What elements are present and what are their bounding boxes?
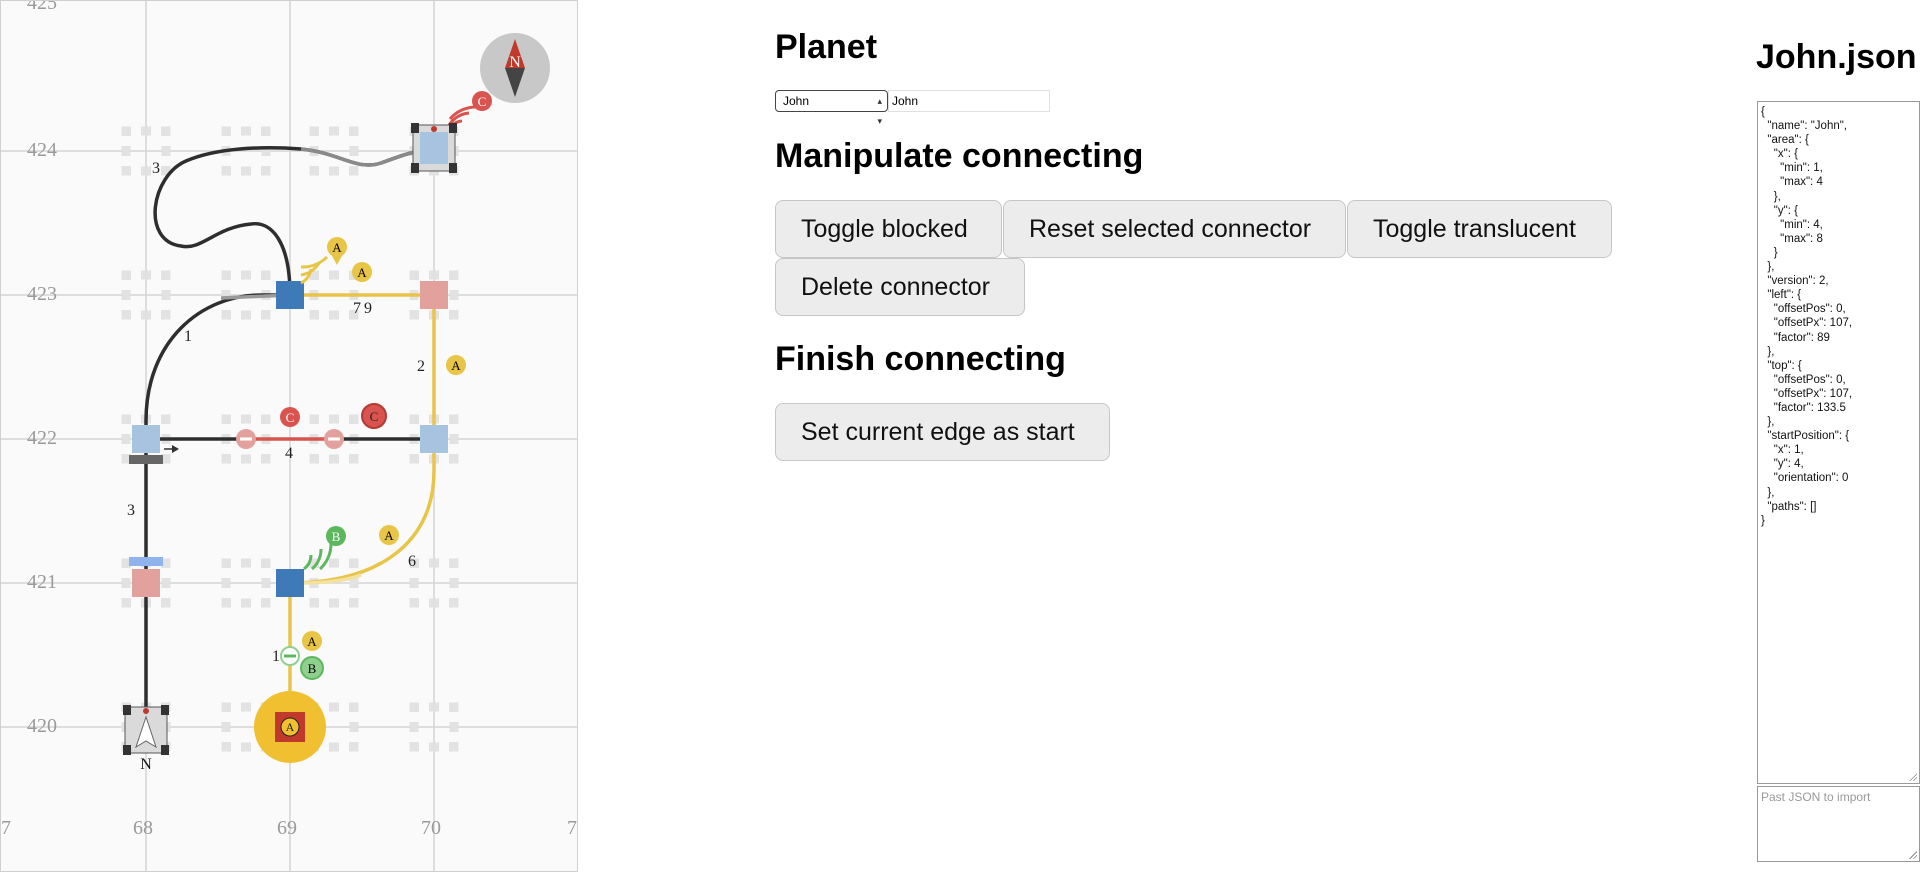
marker-a-label: A bbox=[384, 528, 394, 543]
select-chevron-icon: ▴ ▾ bbox=[877, 96, 882, 126]
marker-c-label: C bbox=[286, 410, 295, 425]
delete-connector-button[interactable]: Delete connector bbox=[775, 258, 1025, 316]
path-curve-top[interactable] bbox=[153, 146, 435, 296]
resize-grip-icon[interactable] bbox=[1909, 851, 1917, 859]
y-axis: 425 424 423 422 421 420 bbox=[27, 1, 57, 737]
node-68-421[interactable] bbox=[132, 569, 160, 597]
json-file-title: John.json bbox=[1756, 38, 1917, 76]
reset-selected-connector-button[interactable]: Reset selected connector bbox=[1003, 200, 1346, 258]
finish-heading: Finish connecting bbox=[775, 340, 1066, 378]
signal-icon-green bbox=[302, 542, 333, 571]
compass-label: N bbox=[509, 54, 521, 71]
y-label-425: 425 bbox=[27, 1, 57, 14]
marker-c-label: C bbox=[478, 94, 487, 109]
compass-icon: N bbox=[480, 33, 550, 103]
node-69-421[interactable] bbox=[276, 569, 304, 597]
manipulate-heading: Manipulate connecting bbox=[775, 137, 1144, 175]
resize-grip-icon[interactable] bbox=[1909, 773, 1917, 781]
marker-a-label: A bbox=[332, 240, 342, 255]
robot-icon-top[interactable] bbox=[411, 123, 457, 173]
marker-a-label: A bbox=[307, 634, 317, 649]
y-label-420: 420 bbox=[27, 715, 57, 737]
json-import-textarea[interactable]: Past JSON to import bbox=[1757, 786, 1920, 862]
toggle-translucent-button[interactable]: Toggle translucent bbox=[1347, 200, 1612, 258]
marker-c-label: C bbox=[370, 409, 379, 424]
target-label: A bbox=[286, 720, 295, 734]
toggle-blocked-button[interactable]: Toggle blocked bbox=[775, 200, 1002, 258]
json-content: { "name": "John", "area": { "x": { "min"… bbox=[1761, 106, 1853, 527]
markers: A A A A A B B C C C bbox=[280, 91, 492, 680]
node-70-423[interactable] bbox=[420, 281, 448, 309]
weight-label: 1 bbox=[184, 328, 192, 345]
y-label-423: 423 bbox=[27, 283, 57, 305]
weight-label: 9 bbox=[364, 300, 372, 317]
node-bar bbox=[129, 455, 163, 464]
planet-select-value: John bbox=[783, 94, 810, 108]
weight-label: 3 bbox=[152, 160, 160, 177]
marker-a-label: A bbox=[451, 358, 461, 373]
x-label-70: 70 bbox=[421, 817, 441, 839]
x-label-left-edge: 7 bbox=[1, 817, 11, 839]
set-start-edge-button[interactable]: Set current edge as start bbox=[775, 403, 1110, 461]
weight-label: 2 bbox=[417, 358, 425, 375]
x-label-68: 68 bbox=[133, 817, 153, 839]
planet-select[interactable]: John ▴ ▾ bbox=[775, 90, 888, 126]
y-label-422: 422 bbox=[27, 427, 57, 449]
x-label-right-edge: 7 bbox=[567, 817, 577, 839]
node-68-422[interactable] bbox=[132, 425, 160, 453]
weight-label: 4 bbox=[285, 445, 293, 462]
json-output-textarea[interactable]: { "name": "John", "area": { "x": { "min"… bbox=[1757, 101, 1920, 784]
marker-b-label: B bbox=[308, 661, 317, 676]
planet-heading: Planet bbox=[775, 28, 878, 66]
map-canvas[interactable]: 425 424 423 422 421 420 7 68 69 70 7 A A… bbox=[1, 1, 578, 872]
weight-label: 3 bbox=[127, 502, 135, 519]
robot-orientation-label: N bbox=[140, 756, 152, 773]
y-label-424: 424 bbox=[27, 139, 57, 161]
weight-label: 1 bbox=[272, 648, 280, 665]
node-bar bbox=[129, 557, 163, 566]
weight-label: 6 bbox=[408, 553, 416, 570]
planet-map[interactable]: 425 424 423 422 421 420 7 68 69 70 7 A A… bbox=[0, 0, 578, 872]
marker-a-label: A bbox=[357, 265, 367, 280]
import-placeholder: Past JSON to import bbox=[1761, 790, 1871, 804]
node-69-423[interactable] bbox=[276, 281, 304, 309]
node-70-422[interactable] bbox=[420, 425, 448, 453]
y-label-421: 421 bbox=[27, 571, 57, 593]
weight-label: 7 bbox=[353, 300, 361, 317]
x-axis: 7 68 69 70 7 bbox=[1, 817, 577, 839]
planet-name-input[interactable] bbox=[888, 90, 1050, 112]
marker-b-label: B bbox=[332, 529, 341, 544]
x-label-69: 69 bbox=[277, 817, 297, 839]
robot-icon-start[interactable] bbox=[123, 705, 169, 755]
